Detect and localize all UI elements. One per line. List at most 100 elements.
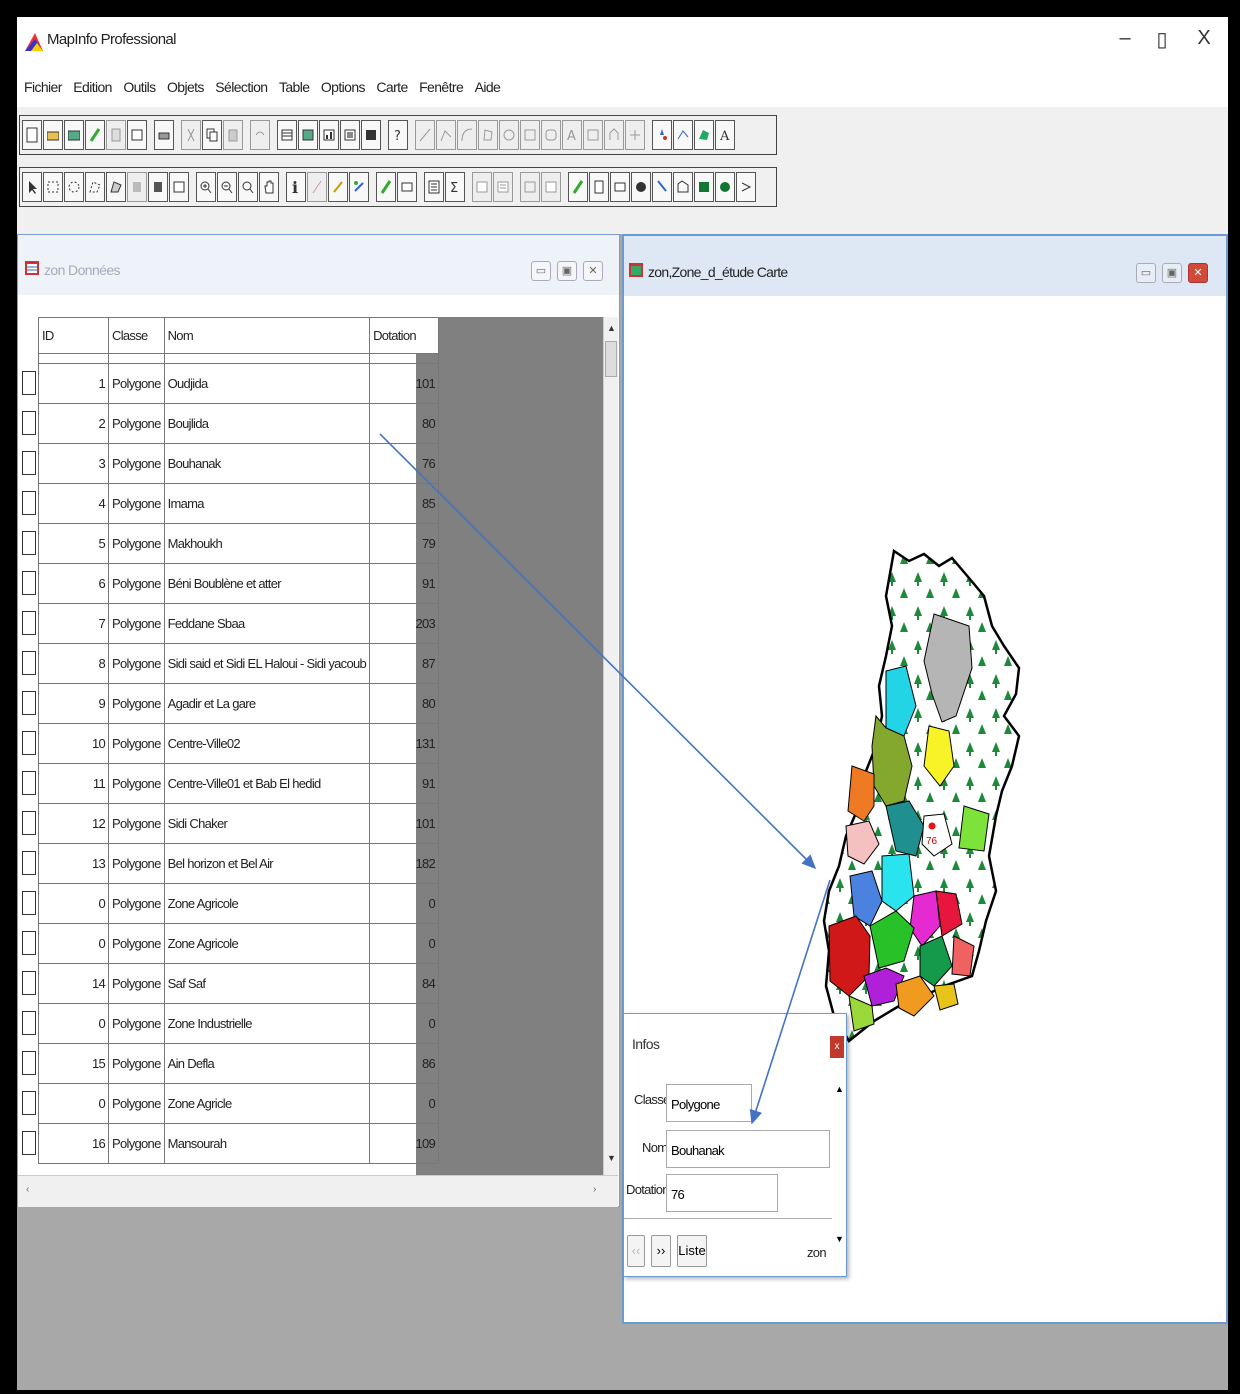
cell-nom[interactable]: Agadir et La gare (163, 683, 371, 724)
cell-id[interactable]: 5 (38, 523, 109, 564)
boundary-select-icon[interactable] (106, 172, 126, 202)
cell-dotation[interactable]: 109 (369, 1123, 440, 1164)
info-scrollbar[interactable]: ▲ ▼ (834, 1084, 846, 1254)
map-minimize-button[interactable]: ▭ (1136, 263, 1156, 283)
table-row[interactable]: 0 Polygone Zone Agricle 0 (38, 1083, 440, 1124)
paste-icon[interactable] (223, 120, 243, 150)
cell-nom[interactable]: Feddane Sbaa (163, 603, 371, 644)
row-selector-checkbox[interactable] (22, 971, 36, 995)
cell-classe[interactable]: Polygone (108, 443, 165, 484)
cell-nom[interactable]: Sidi Chaker (163, 803, 371, 844)
marquee-select-icon[interactable] (43, 172, 63, 202)
filled-circle-icon[interactable] (715, 172, 735, 202)
menu-options[interactable]: Options (321, 79, 366, 95)
column-header-nom[interactable]: Nom (163, 317, 371, 354)
copy-icon[interactable] (202, 120, 222, 150)
table-row[interactable]: 0 Polygone Zone Agricole 0 (38, 883, 440, 924)
info-prev-button[interactable]: ‹‹ (627, 1235, 645, 1267)
close-table-icon[interactable] (106, 120, 126, 150)
cell-dotation[interactable]: 85 (369, 483, 440, 524)
cell-dotation[interactable]: 84 (369, 963, 440, 1004)
info-next-button[interactable]: ›› (651, 1235, 671, 1267)
window-icon[interactable] (127, 120, 147, 150)
row-selector-checkbox[interactable] (22, 411, 36, 435)
table-row[interactable]: 12 Polygone Sidi Chaker 101 (38, 803, 440, 844)
draw-arc-icon[interactable] (457, 120, 477, 150)
table-row[interactable]: 9 Polygone Agadir et La gare 80 (38, 683, 440, 724)
table-row[interactable]: 10 Polygone Centre-Ville02 131 (38, 723, 440, 764)
cell-id[interactable]: 0 (38, 1003, 109, 1044)
cell-nom[interactable]: Centre-Ville01 et Bab El hedid (163, 763, 371, 804)
map-close-button[interactable]: ✕ (1188, 263, 1208, 283)
browser-maximize-button[interactable]: ▣ (557, 261, 577, 281)
cell-classe[interactable]: Polygone (108, 1123, 165, 1164)
table-row[interactable]: 11 Polygone Centre-Ville01 et Bab El hedid… (38, 763, 440, 804)
info-tool-icon[interactable]: i (286, 172, 306, 202)
row-selector-checkbox[interactable] (22, 771, 36, 795)
row-selector-checkbox[interactable] (22, 691, 36, 715)
table-row[interactable]: 0 Polygone Zone Agricole 0 (38, 923, 440, 964)
cell-dotation[interactable]: 87 (369, 643, 440, 684)
table-row[interactable]: 14 Polygone Saf Saf 84 (38, 963, 440, 1004)
cell-nom[interactable]: Béni Boublène et atter (163, 563, 371, 604)
row-selector-checkbox[interactable] (22, 1091, 36, 1115)
row-selector-checkbox[interactable] (22, 1011, 36, 1035)
menu-carte[interactable]: Carte (376, 79, 408, 95)
cell-classe[interactable]: Polygone (108, 923, 165, 964)
frame-tool-icon[interactable] (583, 120, 603, 150)
draw-polyline-icon[interactable] (436, 120, 456, 150)
table-row[interactable]: 13 Polygone Bel horizon et Bel Air 182 (38, 843, 440, 884)
cell-id[interactable]: 14 (38, 963, 109, 1004)
menu-fichier[interactable]: Fichier (24, 79, 62, 95)
cell-dotation[interactable]: 0 (369, 1003, 440, 1044)
cell-nom[interactable]: Sidi said et Sidi EL Haloui - Sidi yacou… (163, 643, 371, 684)
browser-minimize-button[interactable]: ▭ (531, 261, 551, 281)
row-selector-checkbox[interactable] (22, 891, 36, 915)
cell-dotation[interactable]: 101 (369, 803, 440, 844)
info-close-button[interactable]: x (830, 1036, 844, 1058)
minimize-button[interactable]: – (1110, 27, 1140, 50)
change-view-icon[interactable] (238, 172, 258, 202)
map-maximize-button[interactable]: ▣ (1162, 263, 1182, 283)
new-browser-icon[interactable] (277, 120, 297, 150)
scroll-right-icon[interactable]: › (593, 1184, 596, 1195)
cell-dotation[interactable]: 80 (369, 683, 440, 724)
set-target-icon[interactable] (472, 172, 492, 202)
cell-nom[interactable]: Zone Agricole (163, 923, 371, 964)
cell-dotation[interactable]: 79 (369, 523, 440, 564)
draw-line-icon[interactable] (415, 120, 435, 150)
cell-dotation[interactable]: 0 (369, 923, 440, 964)
cell-classe[interactable]: Polygone (108, 403, 165, 444)
cell-nom[interactable]: Makhoukh (163, 523, 371, 564)
drag-window-icon[interactable] (520, 172, 540, 202)
zoom-in-icon[interactable] (196, 172, 216, 202)
browser-horizontal-scrollbar[interactable]: ‹ › (18, 1175, 618, 1207)
cell-classe[interactable]: Polygone (108, 723, 165, 764)
radius-select-icon[interactable] (64, 172, 84, 202)
row-selector-checkbox[interactable] (22, 1131, 36, 1155)
cell-id[interactable]: 1 (38, 363, 109, 404)
rectangle-icon[interactable] (610, 172, 630, 202)
cell-classe[interactable]: Polygone (108, 1003, 165, 1044)
filled-square-icon[interactable] (694, 172, 714, 202)
cell-nom[interactable]: Ain Defla (163, 1043, 371, 1084)
new-redistrict-icon[interactable] (361, 120, 381, 150)
line-style-icon[interactable] (673, 120, 693, 150)
layer-properties-icon[interactable] (568, 172, 588, 202)
cell-classe[interactable]: Polygone (108, 483, 165, 524)
cell-nom[interactable]: Zone Industrielle (163, 1003, 371, 1044)
district-gold[interactable] (933, 983, 959, 1011)
column-header-classe[interactable]: Classe (108, 317, 165, 354)
region-style-icon[interactable] (694, 120, 714, 150)
reshape-icon[interactable] (604, 120, 624, 150)
draw-rectangle-icon[interactable] (520, 120, 540, 150)
cell-id[interactable]: 12 (38, 803, 109, 844)
table-row[interactable]: 8 Polygone Sidi said et Sidi EL Haloui - S… (38, 643, 440, 684)
text-tool-icon[interactable]: A (562, 120, 582, 150)
row-selector-checkbox[interactable] (22, 811, 36, 835)
cell-dotation[interactable]: 182 (369, 843, 440, 884)
row-selector-checkbox[interactable] (22, 491, 36, 515)
draw-rounded-rect-icon[interactable] (541, 120, 561, 150)
menu-table[interactable]: Table (279, 79, 310, 95)
cell-classe[interactable]: Polygone (108, 1043, 165, 1084)
